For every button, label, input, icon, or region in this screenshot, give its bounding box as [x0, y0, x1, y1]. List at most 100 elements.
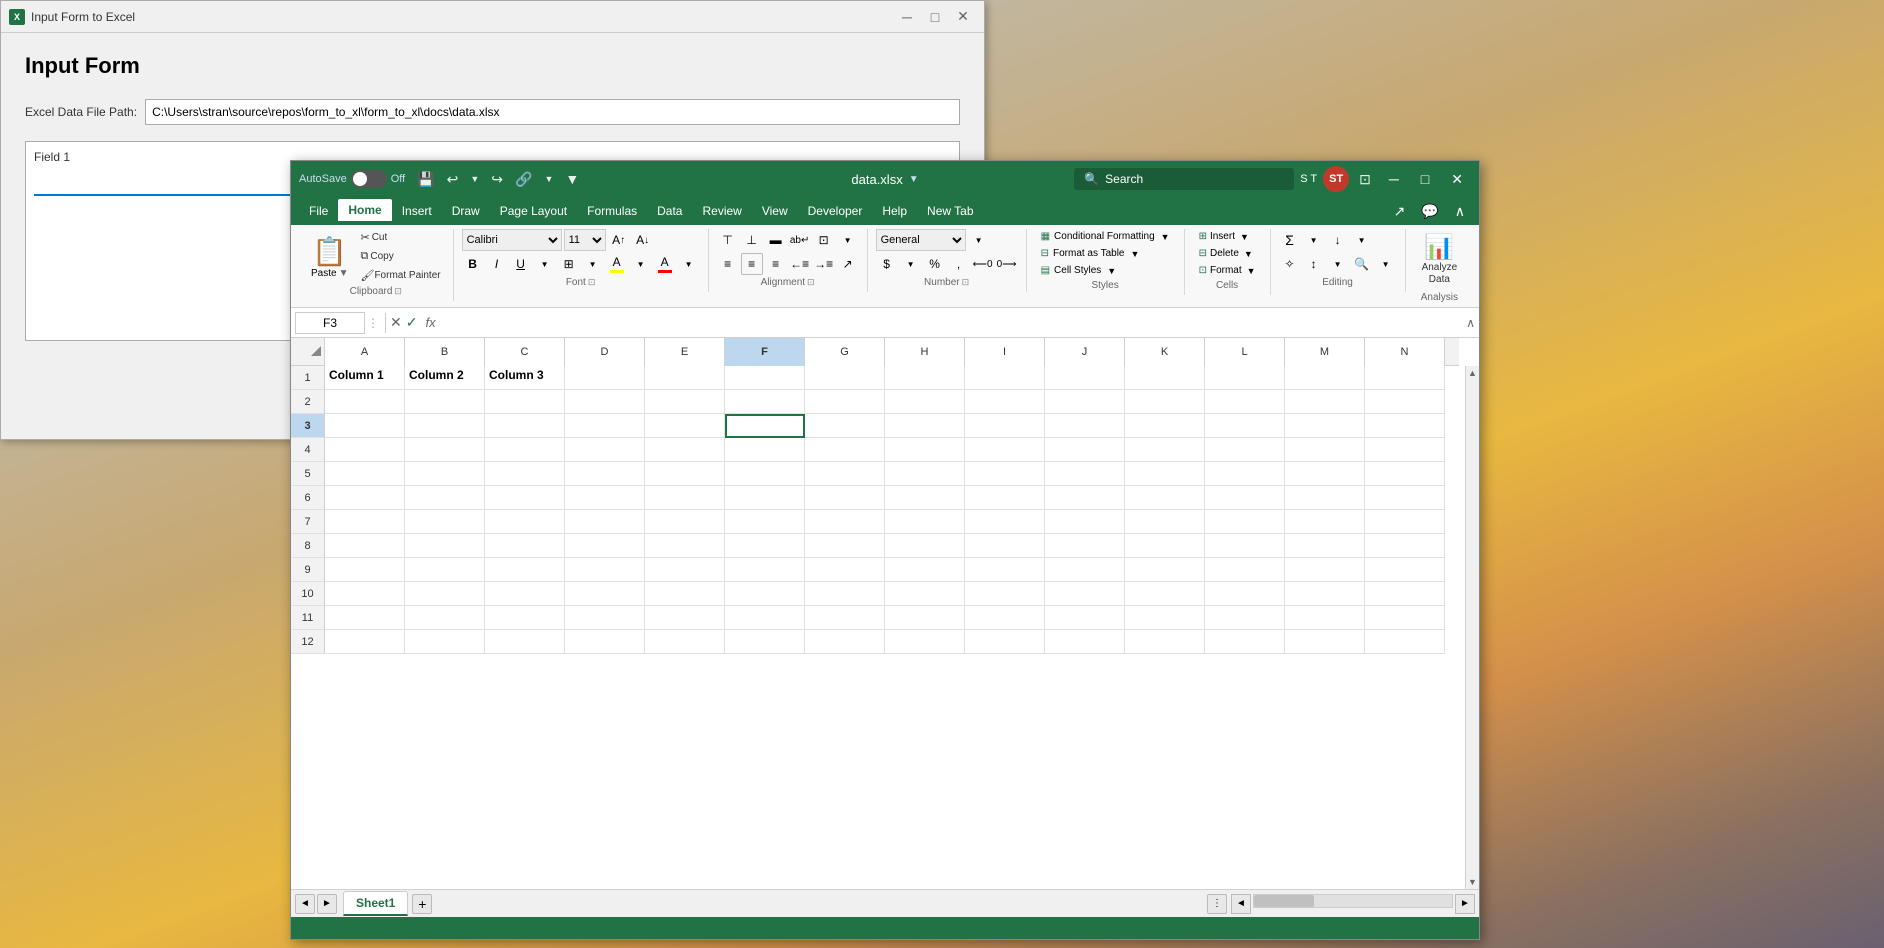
cell-I1[interactable] — [965, 366, 1045, 390]
menu-file[interactable]: File — [299, 200, 338, 222]
cell-K11[interactable] — [1125, 606, 1205, 630]
borders-btn[interactable]: ⊞ — [558, 253, 580, 275]
comments-btn[interactable]: 💬 — [1415, 199, 1444, 224]
cell-M7[interactable] — [1285, 510, 1365, 534]
cell-N7[interactable] — [1365, 510, 1445, 534]
cut-btn[interactable]: ✂ Cut — [356, 229, 444, 246]
menu-data[interactable]: Data — [647, 200, 692, 222]
row-num-1[interactable]: 1 — [291, 366, 325, 390]
cell-L9[interactable] — [1205, 558, 1285, 582]
cell-N3[interactable] — [1365, 414, 1445, 438]
cell-A8[interactable] — [325, 534, 405, 558]
currency-btn[interactable]: $ — [876, 253, 898, 275]
number-format-select[interactable]: General — [876, 229, 966, 251]
cell-B12[interactable] — [405, 630, 485, 654]
bold-btn[interactable]: B — [462, 253, 484, 275]
cell-I10[interactable] — [965, 582, 1045, 606]
cell-G1[interactable] — [805, 366, 885, 390]
cell-J3[interactable] — [1045, 414, 1125, 438]
italic-btn[interactable]: I — [486, 253, 508, 275]
copy-btn[interactable]: ⧉ Copy — [356, 248, 444, 265]
cell-E1[interactable] — [645, 366, 725, 390]
cell-C4[interactable] — [485, 438, 565, 462]
cell-A10[interactable] — [325, 582, 405, 606]
align-top-btn[interactable]: ⊤ — [717, 229, 739, 251]
cell-F7[interactable] — [725, 510, 805, 534]
insert-cells-btn[interactable]: ⊞ Insert ▼ — [1193, 229, 1255, 244]
borders-dropdown[interactable]: ▼ — [582, 253, 604, 275]
cell-C5[interactable] — [485, 462, 565, 486]
formula-cancel-btn[interactable]: ✕ — [390, 314, 402, 331]
cell-D4[interactable] — [565, 438, 645, 462]
find-dropdown[interactable]: ▼ — [1375, 253, 1397, 275]
cell-N5[interactable] — [1365, 462, 1445, 486]
search-bar[interactable]: 🔍 Search — [1074, 168, 1294, 190]
col-header-I[interactable]: I — [965, 338, 1045, 366]
scroll-down-arrow[interactable]: ▼ — [1466, 875, 1480, 889]
fill-color-dropdown[interactable]: ▼ — [630, 253, 652, 275]
h-scroll-right[interactable]: ► — [1455, 894, 1475, 914]
formula-confirm-btn[interactable]: ✓ — [406, 314, 418, 331]
delete-dropdown[interactable]: ▼ — [1244, 249, 1253, 259]
align-left-btn[interactable]: ≡ — [717, 253, 739, 275]
cell-D9[interactable] — [565, 558, 645, 582]
cell-I6[interactable] — [965, 486, 1045, 510]
sheet-scroll-left[interactable]: ◄ — [295, 894, 315, 914]
h-scroll-track[interactable] — [1253, 894, 1453, 908]
align-middle-btn[interactable]: ⊥ — [741, 229, 763, 251]
cell-K10[interactable] — [1125, 582, 1205, 606]
row-num-11[interactable]: 11 — [291, 606, 325, 630]
cell-D6[interactable] — [565, 486, 645, 510]
cell-N4[interactable] — [1365, 438, 1445, 462]
conditional-formatting-dropdown[interactable]: ▼ — [1161, 232, 1170, 242]
cell-C1[interactable]: Column 3 — [485, 366, 565, 390]
file-name-dropdown[interactable]: ▼ — [909, 174, 919, 185]
insert-dropdown[interactable]: ▼ — [1240, 232, 1249, 242]
link-btn[interactable]: 🔗 — [511, 169, 536, 190]
minimize-button[interactable]: ─ — [894, 7, 920, 27]
cell-L5[interactable] — [1205, 462, 1285, 486]
menu-home[interactable]: Home — [338, 199, 391, 223]
cell-L6[interactable] — [1205, 486, 1285, 510]
col-header-J[interactable]: J — [1045, 338, 1125, 366]
cell-N8[interactable] — [1365, 534, 1445, 558]
redo-btn[interactable]: ↪ — [487, 169, 507, 190]
decrease-font-btn[interactable]: A↓ — [632, 229, 654, 251]
cell-N12[interactable] — [1365, 630, 1445, 654]
select-all-triangle[interactable] — [291, 338, 325, 362]
orientation-btn[interactable]: ↗ — [837, 253, 859, 275]
cell-E10[interactable] — [645, 582, 725, 606]
menu-draw[interactable]: Draw — [442, 200, 490, 222]
col-header-B[interactable]: B — [405, 338, 485, 366]
cell-G12[interactable] — [805, 630, 885, 654]
font-family-select[interactable]: Calibri — [462, 229, 562, 251]
col-header-M[interactable]: M — [1285, 338, 1365, 366]
fill-color-btn[interactable]: A — [606, 253, 628, 275]
row-num-12[interactable]: 12 — [291, 630, 325, 654]
cell-N2[interactable] — [1365, 390, 1445, 414]
col-header-L[interactable]: L — [1205, 338, 1285, 366]
row-num-9[interactable]: 9 — [291, 558, 325, 582]
cell-D10[interactable] — [565, 582, 645, 606]
cell-I12[interactable] — [965, 630, 1045, 654]
cell-G9[interactable] — [805, 558, 885, 582]
cell-K7[interactable] — [1125, 510, 1205, 534]
cell-L11[interactable] — [1205, 606, 1285, 630]
undo-dropdown-btn[interactable]: ▼ — [466, 172, 483, 186]
excel-maximize-btn[interactable]: □ — [1413, 167, 1437, 191]
underline-btn[interactable]: U — [510, 253, 532, 275]
cell-N6[interactable] — [1365, 486, 1445, 510]
menu-review[interactable]: Review — [692, 200, 751, 222]
format-as-table-btn[interactable]: ⊟ Format as Table ▼ — [1035, 246, 1146, 261]
sort-filter-btn[interactable]: ↕ — [1303, 253, 1325, 275]
indent-increase-btn[interactable]: →≡ — [813, 253, 835, 275]
format-cells-btn[interactable]: ⊡ Format ▼ — [1193, 263, 1262, 278]
cell-N10[interactable] — [1365, 582, 1445, 606]
cell-H3[interactable] — [885, 414, 965, 438]
cell-M5[interactable] — [1285, 462, 1365, 486]
share-btn[interactable]: ↗ — [1388, 199, 1412, 224]
cell-F8[interactable] — [725, 534, 805, 558]
merge-center-btn[interactable]: ⊡ — [813, 229, 835, 251]
excel-minimize-btn[interactable]: ─ — [1381, 167, 1407, 191]
cell-D7[interactable] — [565, 510, 645, 534]
